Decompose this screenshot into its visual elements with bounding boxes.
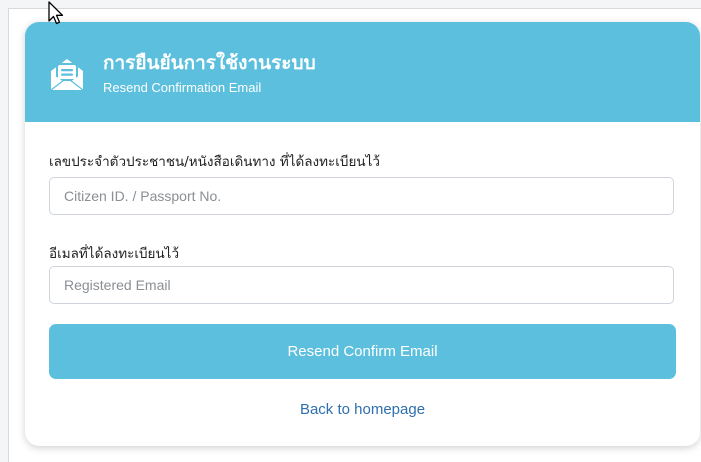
page-title: การยืนยันการใช้งานระบบ (103, 52, 316, 74)
citizen-id-input[interactable] (49, 177, 674, 215)
card-header: การยืนยันการใช้งานระบบ Resend Confirmati… (25, 22, 700, 122)
resend-confirm-email-button[interactable]: Resend Confirm Email (49, 324, 676, 379)
left-divider (8, 8, 9, 462)
email-input[interactable] (49, 266, 674, 304)
top-divider (8, 8, 701, 9)
resend-confirmation-card: การยืนยันการใช้งานระบบ Resend Confirmati… (25, 22, 700, 446)
envelope-open-icon (50, 59, 84, 91)
mouse-pointer-icon (48, 1, 64, 25)
page-subtitle: Resend Confirmation Email (103, 80, 262, 95)
email-label: อีเมลที่ได้ลงทะเบียนไว้ (49, 246, 180, 262)
back-to-homepage-link[interactable]: Back to homepage (25, 401, 700, 418)
citizen-id-label: เลขประจำตัวประชาชน/หนังสือเดินทาง ที่ได้… (49, 154, 380, 170)
page: การยืนยันการใช้งานระบบ Resend Confirmati… (0, 0, 701, 462)
